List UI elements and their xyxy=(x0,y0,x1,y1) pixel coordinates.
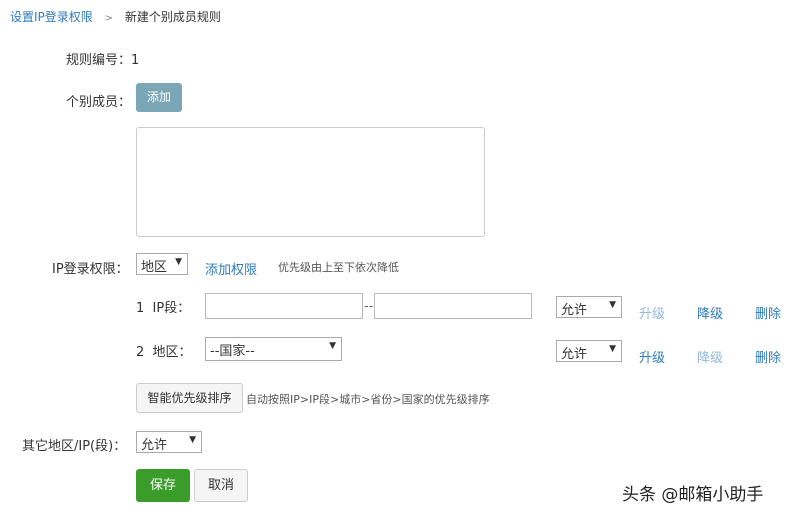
cancel-button[interactable]: 取消 xyxy=(194,469,248,502)
action-value: 允许 xyxy=(141,438,168,453)
rule-1-action-select[interactable]: 允许 ▼ xyxy=(556,296,622,318)
ip-start-input[interactable] xyxy=(205,293,363,319)
rule-2-delete-link[interactable]: 删除 xyxy=(755,347,781,366)
other-region-action-select[interactable]: 允许 ▼ xyxy=(136,431,202,453)
dropdown-arrow-icon: ▼ xyxy=(609,300,616,310)
country-value: --国家-- xyxy=(210,344,255,359)
action-value: 允许 xyxy=(561,303,588,318)
dropdown-arrow-icon: ▼ xyxy=(329,341,336,351)
members-label: 个别成员： xyxy=(66,95,132,110)
ip-end-input[interactable] xyxy=(374,293,532,319)
smart-sort-button[interactable]: 智能优先级排序 xyxy=(136,383,243,413)
save-button[interactable]: 保存 xyxy=(136,469,190,502)
priority-hint: 优先级由上至下依次降低 xyxy=(278,261,399,274)
rule-number: 规则编号：1 xyxy=(66,49,139,68)
ip-permission-label: IP登录权限： xyxy=(52,262,129,277)
add-member-button[interactable]: 添加 xyxy=(136,83,182,112)
rule-1-downgrade-link[interactable]: 降级 xyxy=(697,303,723,322)
ip-range-separator: -- xyxy=(364,299,374,314)
permission-type-value: 地区 xyxy=(141,260,168,275)
members-textarea[interactable] xyxy=(136,127,485,237)
rule-number-label: 规则编号： xyxy=(66,53,132,68)
rule-number-value: 1 xyxy=(131,53,140,68)
breadcrumb-parent-link[interactable]: 设置IP登录权限 xyxy=(10,10,93,24)
rule-2-downgrade-link[interactable]: 降级 xyxy=(697,347,723,366)
add-permission-link[interactable]: 添加权限 xyxy=(205,259,257,278)
rule-index: 1 xyxy=(136,301,145,316)
rule-1-delete-link[interactable]: 删除 xyxy=(755,303,781,322)
action-value: 允许 xyxy=(561,347,588,362)
country-select[interactable]: --国家-- ▼ xyxy=(205,337,342,361)
rule-1-upgrade-link[interactable]: 升级 xyxy=(639,303,665,322)
dropdown-arrow-icon: ▼ xyxy=(609,344,616,354)
breadcrumb: 设置IP登录权限 > 新建个别成员规则 xyxy=(10,8,221,25)
breadcrumb-current: 新建个别成员规则 xyxy=(124,10,221,24)
rule-row-2-label: 2 地区： xyxy=(136,341,192,360)
rule-row-1-label: 1 IP段： xyxy=(136,297,190,316)
rule-2-action-select[interactable]: 允许 ▼ xyxy=(556,340,622,362)
rule-2-upgrade-link[interactable]: 升级 xyxy=(639,347,665,366)
other-region-label: 其它地区/IP(段)： xyxy=(22,439,127,454)
watermark: 头条 @邮箱小助手 xyxy=(622,485,764,505)
rule-type: IP段： xyxy=(152,301,191,316)
smart-sort-hint: 自动按照IP>IP段>城市>省份>国家的优先级排序 xyxy=(246,393,490,406)
breadcrumb-separator: > xyxy=(104,13,113,24)
permission-type-select[interactable]: 地区 ▼ xyxy=(136,253,188,275)
dropdown-arrow-icon: ▼ xyxy=(175,257,182,267)
dropdown-arrow-icon: ▼ xyxy=(189,435,196,445)
rule-type: 地区： xyxy=(152,345,192,360)
rule-index: 2 xyxy=(136,345,145,360)
